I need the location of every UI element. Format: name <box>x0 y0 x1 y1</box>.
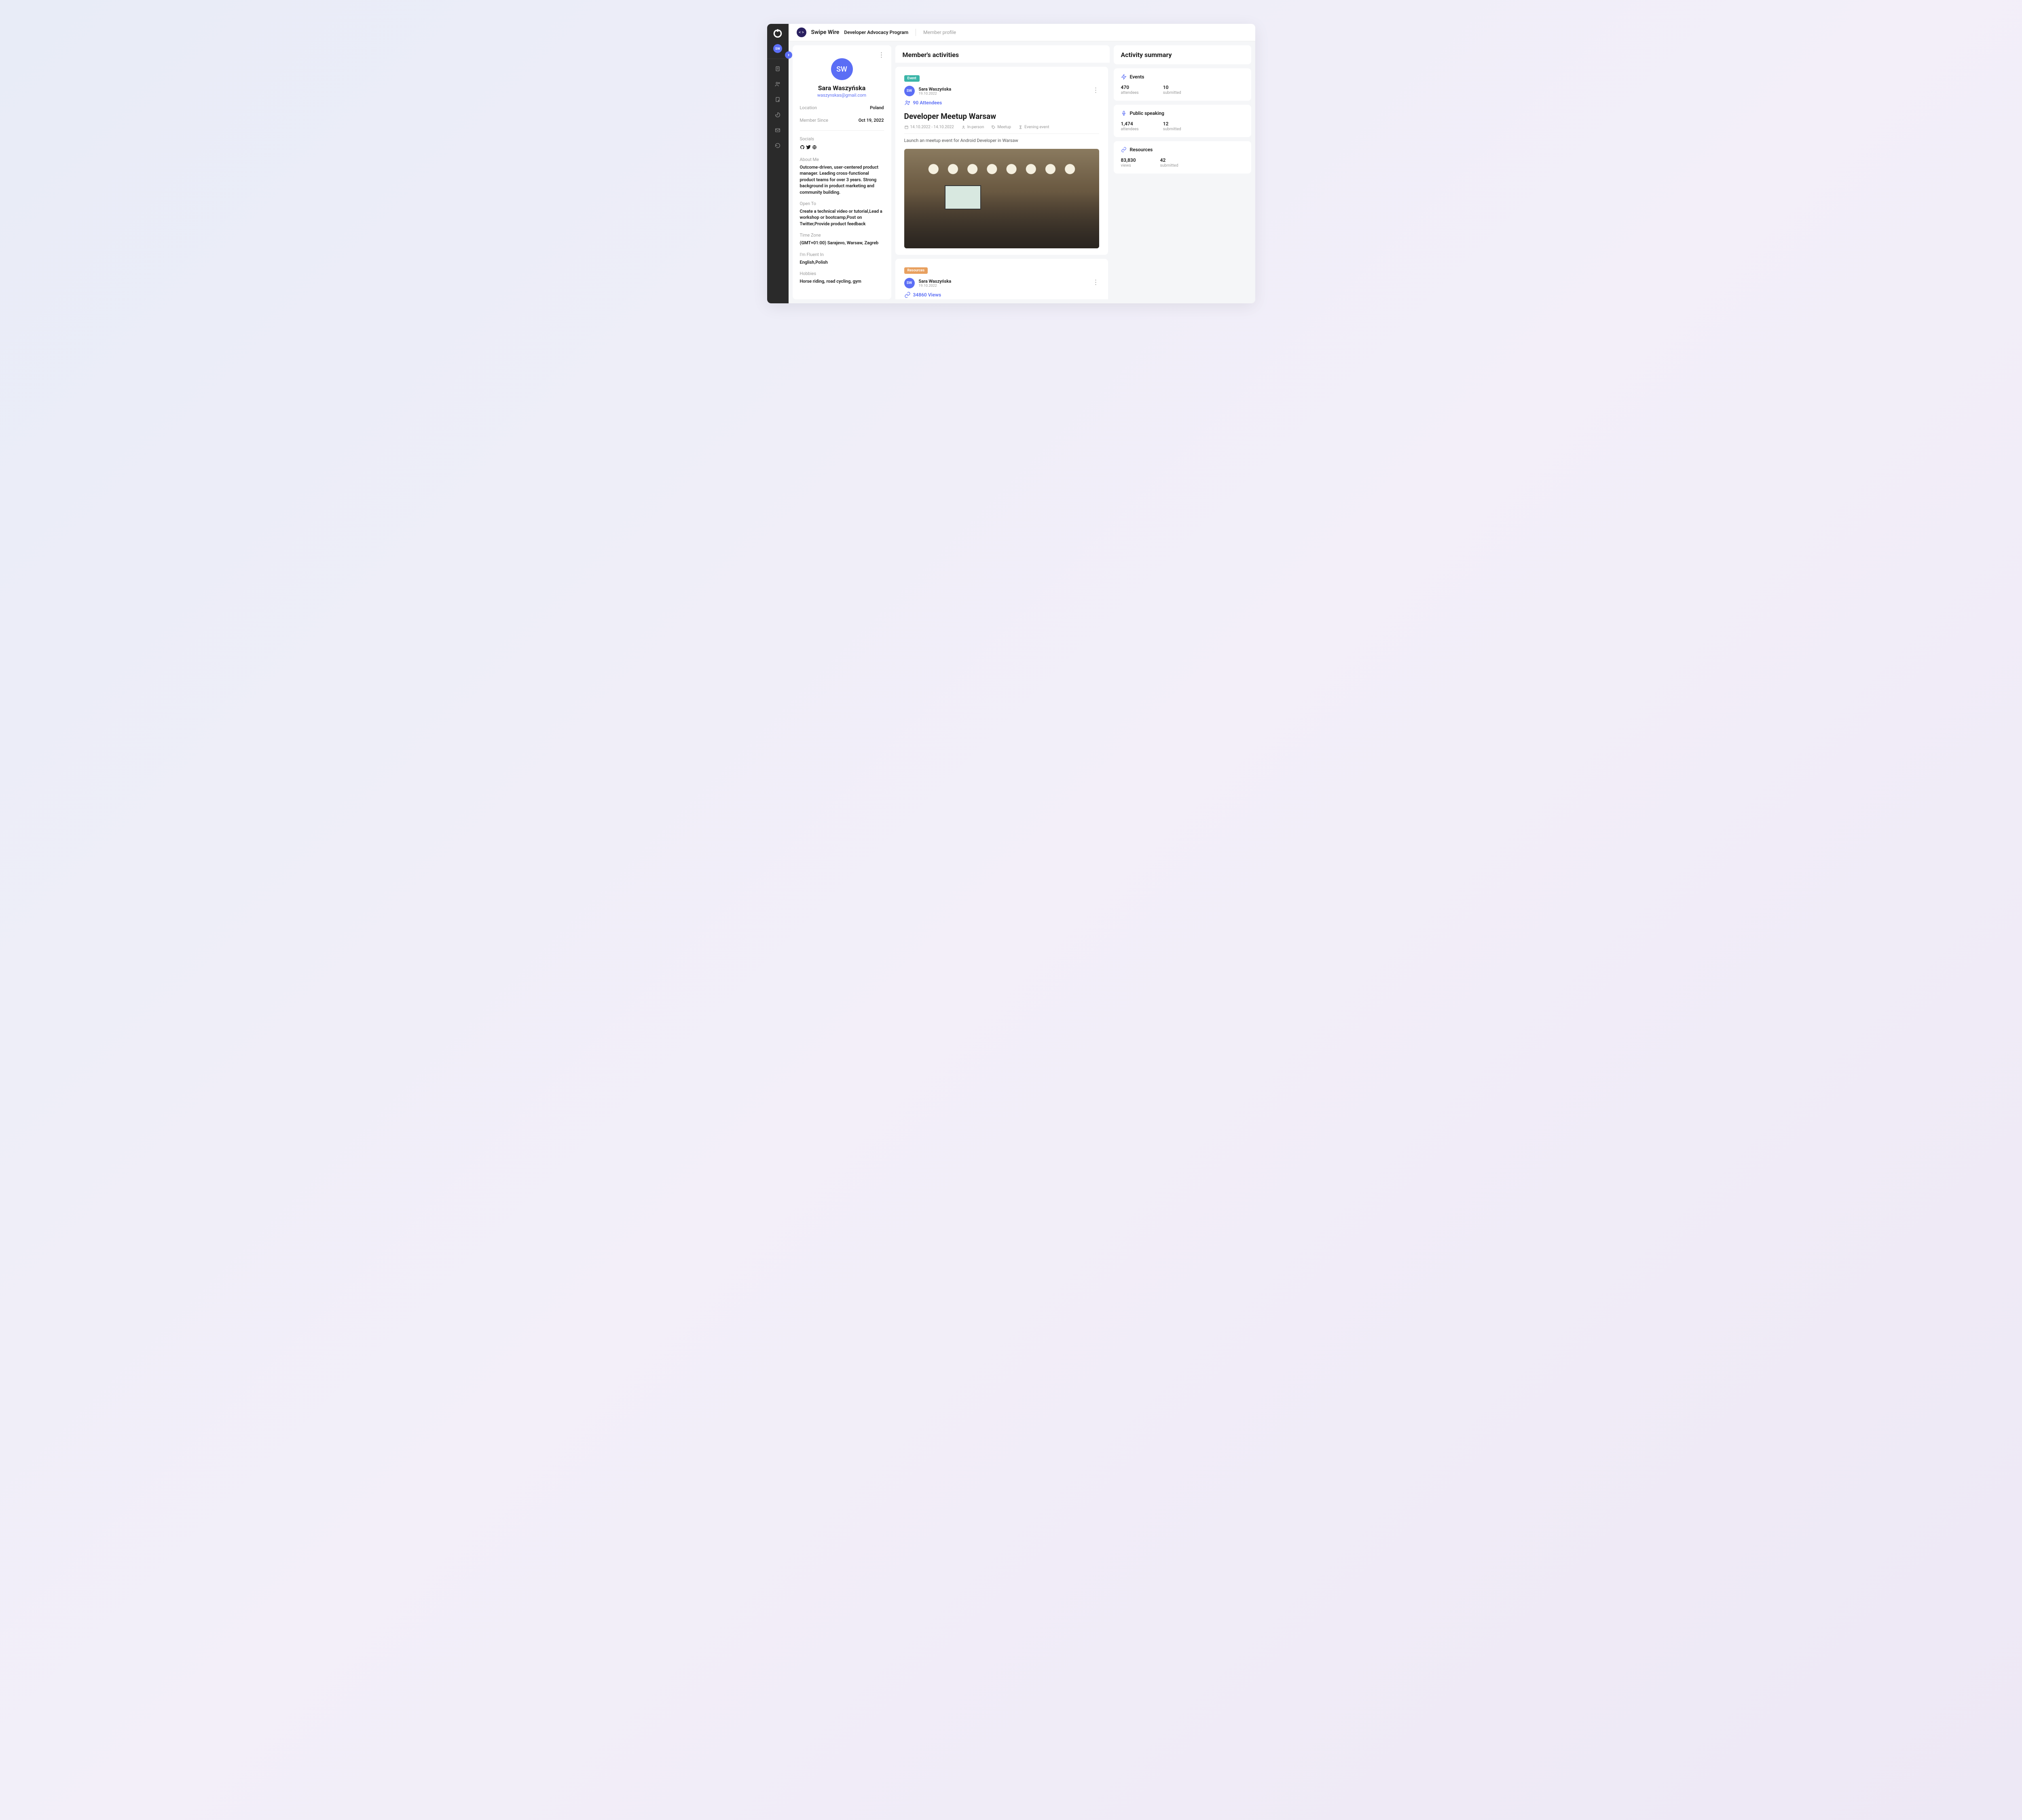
link-icon <box>1121 147 1127 152</box>
location-label: Location <box>800 105 817 110</box>
more-button[interactable]: ⋮ <box>1093 278 1099 286</box>
summary-panel: Activity summary Events 470attendees 10s… <box>1114 45 1251 299</box>
brand-name: Swipe Wire <box>811 29 840 36</box>
app-logo-icon[interactable] <box>772 29 783 39</box>
socials-label: Socials <box>800 136 884 142</box>
refresh-icon[interactable] <box>774 142 781 149</box>
breadcrumb: Member profile <box>923 30 956 35</box>
about-label: About Me <box>800 157 884 162</box>
stat-label: submitted <box>1163 127 1181 131</box>
main: < > Swipe Wire Developer Advocacy Progra… <box>789 24 1255 303</box>
more-button[interactable]: ⋮ <box>878 51 885 59</box>
fluent-value: English,Polish <box>800 259 884 265</box>
hobbies-label: Hobbies <box>800 271 884 276</box>
profile-name: Sara Waszyńska <box>800 84 884 92</box>
feed-scroll[interactable]: Event SW Sara Waszyńska 19.10.2022 ⋮ 90 … <box>895 67 1110 299</box>
link-icon <box>904 292 911 298</box>
activity-card: Event SW Sara Waszyńska 19.10.2022 ⋮ 90 … <box>895 67 1108 255</box>
tz-label: Time Zone <box>800 233 884 238</box>
mic-icon <box>1121 110 1127 116</box>
activity-author: Sara Waszyńska <box>919 279 952 284</box>
activity-card: Resources SW Sara Waszyńska 19.10.2022 ⋮… <box>895 259 1108 299</box>
feed-title: Member's activities <box>895 45 1110 63</box>
users-icon[interactable] <box>774 81 781 87</box>
activity-tag: Event <box>904 75 920 82</box>
activity-image <box>904 149 1099 248</box>
stat-label: attendees <box>1121 91 1139 95</box>
fluent-label: I'm Fluent In <box>800 252 884 257</box>
sidebar-nav <box>774 66 781 149</box>
summary-header: Activity summary <box>1114 45 1251 64</box>
mail-icon[interactable] <box>774 127 781 133</box>
summary-card-events: Events 470attendees 10submitted <box>1114 68 1251 101</box>
activity-meta: 14.10.2022 - 14.10.2022 In-person Meetup… <box>904 125 1099 129</box>
twitter-icon[interactable] <box>806 144 811 151</box>
feed-panel: Member's activities Event SW Sara Waszyń… <box>895 45 1110 299</box>
tag-icon <box>991 125 996 129</box>
sidebar-expand-button[interactable] <box>785 51 792 59</box>
stat-label: attendees <box>1121 127 1139 131</box>
stat-value: 10 <box>1163 85 1181 90</box>
activity-tag: Resources <box>904 267 928 274</box>
brand-badge-icon: < > <box>797 28 806 37</box>
activity-date: 19.10.2022 <box>919 92 952 96</box>
summary-card-speaking: Public speaking 1,474attendees 12submitt… <box>1114 105 1251 137</box>
location-value: Poland <box>870 105 884 110</box>
profile-avatar: SW <box>831 58 853 80</box>
activity-date: 19.10.2022 <box>919 284 952 288</box>
opento-label: Open To <box>800 201 884 206</box>
socials-row <box>800 144 884 151</box>
since-label: Member Since <box>800 118 828 123</box>
stat-value: 12 <box>1163 121 1181 127</box>
stat-value: 1,474 <box>1121 121 1139 127</box>
sidebar-avatar[interactable]: SW <box>773 44 782 53</box>
document-icon[interactable] <box>774 96 781 103</box>
stat-value: 83,830 <box>1121 157 1136 163</box>
profile-email[interactable]: waszynskas@gmail.com <box>800 93 884 98</box>
stat-label: views <box>1121 163 1136 168</box>
tz-value: (GMT+01:00) Sarajevo, Warsaw, Zagreb <box>800 240 884 246</box>
activity-title: Developer Meetup Warsaw <box>904 112 1099 121</box>
stat-label: submitted <box>1163 91 1181 95</box>
content: ⋮ SW Sara Waszyńska waszynskas@gmail.com… <box>789 41 1255 303</box>
about-value: Outcome-driven, user-centered product ma… <box>800 164 884 195</box>
divider <box>800 130 884 131</box>
clipboard-icon[interactable] <box>774 66 781 72</box>
stat-value: 42 <box>1160 157 1178 163</box>
divider <box>904 133 1099 134</box>
activity-metric: 90 Attendees <box>904 99 1099 106</box>
summary-title: Activity summary <box>1121 51 1244 59</box>
person-icon <box>961 125 966 129</box>
hourglass-icon <box>1018 125 1023 129</box>
profile-panel: ⋮ SW Sara Waszyńska waszynskas@gmail.com… <box>793 45 891 299</box>
stat-label: submitted <box>1160 163 1178 168</box>
activity-description: Launch an meetup event for Android Devel… <box>904 138 1099 143</box>
activity-metric: 34860 Views <box>904 292 1099 298</box>
more-button[interactable]: ⋮ <box>1093 86 1099 94</box>
activity-avatar: SW <box>904 86 915 96</box>
attendees-icon <box>904 99 911 106</box>
activity-avatar: SW <box>904 278 915 288</box>
summary-card-resources: Resources 83,830views 42submitted <box>1114 141 1251 174</box>
sidebar: SW <box>767 24 789 303</box>
hobbies-value: Horse riding, road cycling, gym <box>800 278 884 284</box>
topbar-title: Developer Advocacy Program <box>844 30 908 35</box>
lightning-icon <box>1121 74 1127 80</box>
stat-value: 470 <box>1121 85 1139 90</box>
topbar: < > Swipe Wire Developer Advocacy Progra… <box>789 24 1255 41</box>
opento-value: Create a technical video or tutorial,Lea… <box>800 208 884 227</box>
since-value: Oct 19, 2022 <box>859 118 884 123</box>
github-icon[interactable] <box>800 144 805 151</box>
chart-icon[interactable] <box>774 112 781 118</box>
globe-icon[interactable] <box>812 144 817 151</box>
activity-author: Sara Waszyńska <box>919 87 952 92</box>
calendar-icon <box>904 125 909 129</box>
app-shell: SW < > Swipe Wire Developer Advocacy Pro… <box>767 24 1255 303</box>
